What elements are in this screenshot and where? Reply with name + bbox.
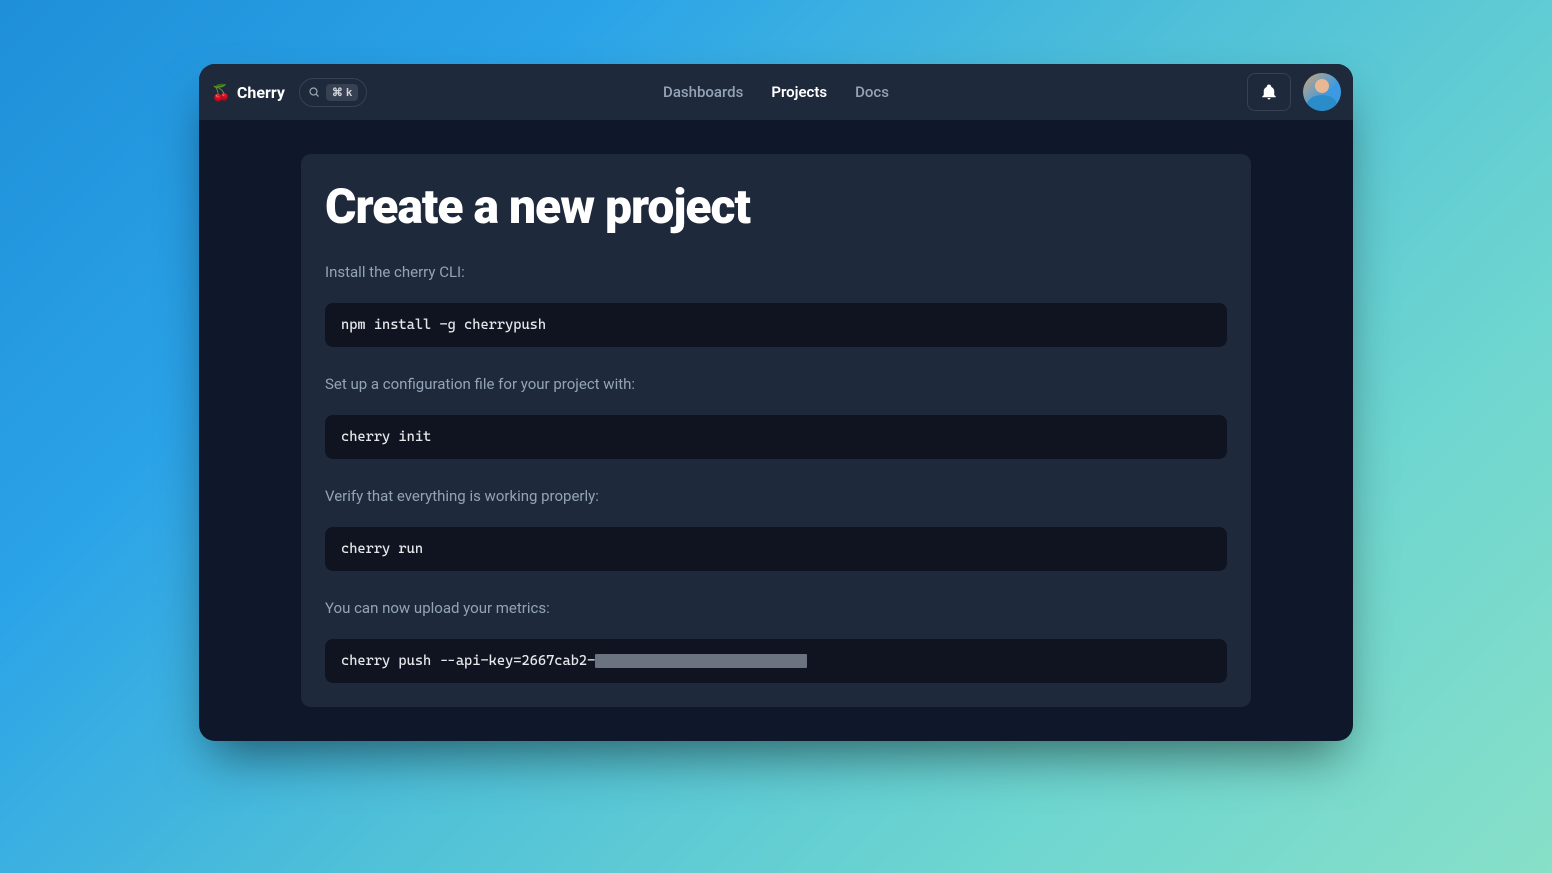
nav-dashboards[interactable]: Dashboards xyxy=(663,83,743,101)
step-instruction: Verify that everything is working proper… xyxy=(325,487,1227,505)
app-window: 🍒 Cherry ⌘ k Dashboards Projects Docs xyxy=(199,64,1353,741)
redacted-api-key xyxy=(595,654,807,668)
create-project-card: Create a new project Install the cherry … xyxy=(301,154,1251,707)
step-instruction: Install the cherry CLI: xyxy=(325,263,1227,281)
topbar-left: 🍒 Cherry ⌘ k xyxy=(211,78,367,107)
brand-name: Cherry xyxy=(237,83,285,102)
notifications-button[interactable] xyxy=(1247,73,1291,111)
code-block-run[interactable]: cherry run xyxy=(325,527,1227,571)
step-instruction: Set up a configuration file for your pro… xyxy=(325,375,1227,393)
nav-projects[interactable]: Projects xyxy=(771,83,827,101)
brand-logo[interactable]: 🍒 Cherry xyxy=(211,83,285,102)
code-block-install[interactable]: npm install -g cherrypush xyxy=(325,303,1227,347)
nav-docs[interactable]: Docs xyxy=(855,83,889,101)
cherry-icon: 🍒 xyxy=(211,83,231,102)
topbar: 🍒 Cherry ⌘ k Dashboards Projects Docs xyxy=(199,64,1353,120)
search-icon xyxy=(308,86,320,98)
page-title: Create a new project xyxy=(325,178,1227,235)
page-content: Create a new project Install the cherry … xyxy=(199,120,1353,741)
search-shortcut: ⌘ k xyxy=(326,84,358,101)
step-instruction: You can now upload your metrics: xyxy=(325,599,1227,617)
topbar-right xyxy=(1247,73,1341,111)
code-block-push[interactable]: cherry push --api-key=2667cab2- xyxy=(325,639,1227,683)
search-button[interactable]: ⌘ k xyxy=(299,78,367,107)
bell-icon xyxy=(1260,83,1278,101)
user-avatar[interactable] xyxy=(1303,73,1341,111)
main-nav: Dashboards Projects Docs xyxy=(663,83,889,101)
code-block-init[interactable]: cherry init xyxy=(325,415,1227,459)
